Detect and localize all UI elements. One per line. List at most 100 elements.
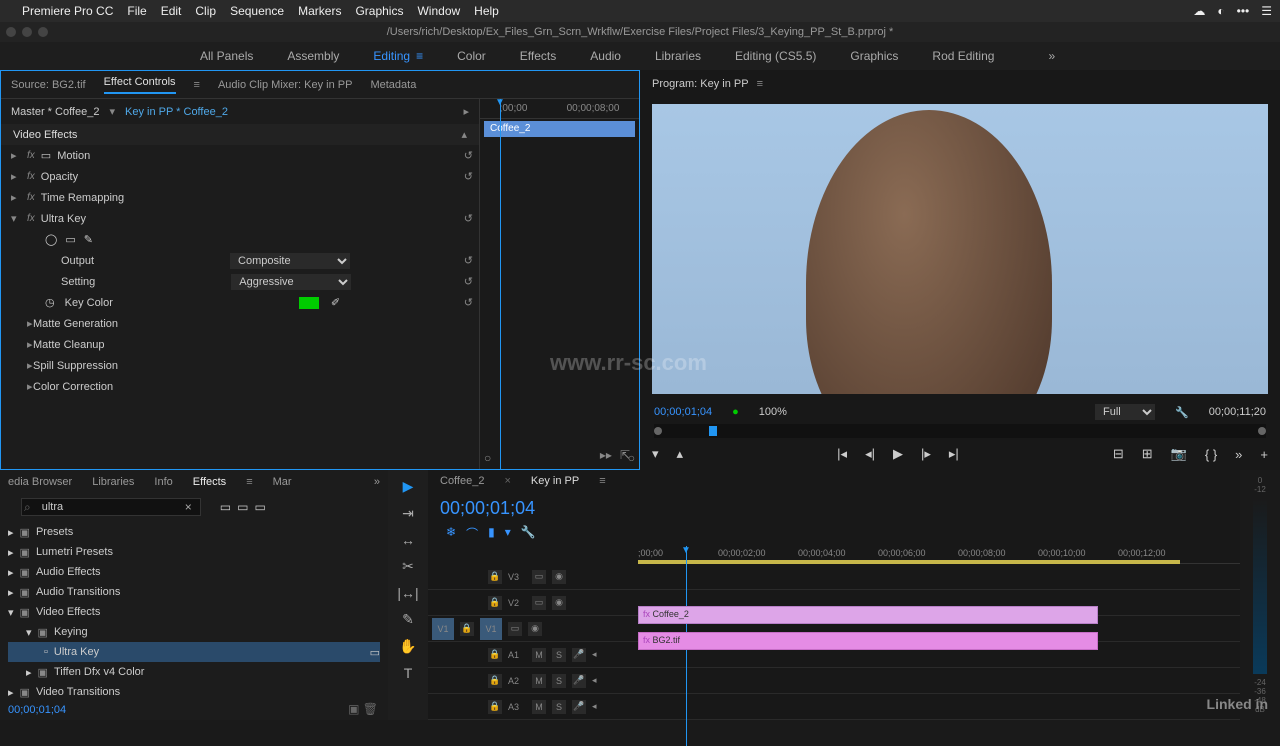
track-lock-icon[interactable]: 🔒 [488,648,502,662]
folder-video-effects[interactable]: Video Effects [36,606,100,618]
hand-tool-icon[interactable]: ✋ [399,638,416,655]
ws-color[interactable]: Color [457,49,486,63]
tab-metadata[interactable]: Metadata [370,79,416,91]
tab-markers[interactable]: Mar [273,476,292,488]
fx-motion[interactable]: Motion [57,150,90,162]
snap-icon[interactable]: ❄ [446,525,456,542]
track-toggle-icon[interactable]: ▭ [508,622,522,636]
mark-in-icon[interactable]: ▾ [652,446,659,462]
track-lock-icon[interactable]: 🔒 [488,674,502,688]
reset-icon[interactable]: ↺ [464,296,473,309]
menu-sequence[interactable]: Sequence [230,4,284,18]
step-forward-icon[interactable]: |▸ [921,446,931,462]
keyframe-nav-icon[interactable]: ▸▸ [600,448,612,462]
pen-tool-icon[interactable]: ✎ [402,611,414,628]
ripple-edit-tool-icon[interactable]: ↔ [401,532,415,548]
track-lock-icon[interactable]: 🔒 [488,700,502,714]
fx-opacity[interactable]: Opacity [41,171,78,183]
timeline-tab-coffee2[interactable]: Coffee_2 [440,475,484,487]
effects-search-input[interactable] [21,498,201,516]
v1-source-patch[interactable]: V1 [432,618,454,640]
reset-icon[interactable]: ↺ [464,149,473,162]
timeline-timecode[interactable]: 00;00;01;04 [440,498,535,519]
folder-lumetri[interactable]: Lumetri Presets [36,546,113,558]
track-lock-icon[interactable]: 🔒 [488,596,502,610]
slip-tool-icon[interactable]: |↔| [397,585,418,601]
play-icon[interactable]: ▶ [893,446,903,462]
overflow-icon[interactable]: » [1235,447,1242,462]
clear-search-icon[interactable]: × [185,500,192,514]
marker-icon[interactable]: ▮ [488,525,495,542]
export-icon[interactable]: ⇱ [620,448,630,462]
play-icon[interactable]: ▸ [463,105,469,118]
ws-audio[interactable]: Audio [590,49,621,63]
trash-icon[interactable]: 🗑 [363,702,378,716]
program-playhead[interactable] [709,426,717,436]
zoom-level[interactable]: 100% [759,406,787,418]
go-to-in-icon[interactable]: |◂ [837,446,847,462]
mask-rect-icon[interactable]: ▭ [65,233,75,246]
wrench-icon[interactable]: 🔧 [1175,406,1189,419]
folder-audio-effects[interactable]: Audio Effects [36,566,101,578]
folder-video-transitions[interactable]: Video Transitions [36,686,120,698]
mark-out-icon[interactable]: ▴ [677,446,684,462]
razor-tool-icon[interactable]: ✂ [402,558,414,575]
ec-timecode[interactable]: 00;00;01;04 [8,704,66,716]
track-select-tool-icon[interactable]: ⇥ [402,505,414,522]
ws-editing-cs55[interactable]: Editing (CS5.5) [735,49,816,63]
tab-info[interactable]: Info [154,476,172,488]
menu-file[interactable]: File [127,4,146,18]
timeline-tab-keyinpp[interactable]: Key in PP [531,475,579,487]
track-eye-icon[interactable]: ◉ [552,570,566,584]
menu-edit[interactable]: Edit [161,4,182,18]
extract-icon[interactable]: ⊞ [1142,446,1153,462]
ws-all-panels[interactable]: All Panels [200,49,253,63]
traffic-lights[interactable] [6,27,48,37]
ws-rod-editing[interactable]: Rod Editing [932,49,994,63]
track-eye-icon[interactable]: ◉ [528,622,542,636]
reset-icon[interactable]: ↺ [464,212,473,225]
ws-graphics[interactable]: Graphics [850,49,898,63]
mic-icon[interactable]: 🎤 [572,648,586,662]
export-frame-icon[interactable]: 📷 [1171,446,1187,462]
linked-selection-icon[interactable]: ⌒ [466,525,478,542]
overflow-chevron-icon[interactable]: » [1048,49,1055,63]
eyedropper-icon[interactable]: ✐ [331,296,340,309]
program-timecode[interactable]: 00;00;01;04 [654,406,712,418]
param-matte-generation[interactable]: Matte Generation [33,318,118,330]
track-lock-icon[interactable]: 🔒 [460,622,474,636]
lift-icon[interactable]: ⊟ [1113,446,1124,462]
param-matte-cleanup[interactable]: Matte Cleanup [33,339,105,351]
setting-dropdown[interactable]: Aggressive [231,274,351,290]
app-name[interactable]: Premiere Pro CC [22,4,113,18]
tab-media-browser[interactable]: edia Browser [8,476,72,488]
key-color-swatch[interactable] [299,297,319,309]
param-spill-suppression[interactable]: Spill Suppression [33,360,118,372]
folder-tiffen[interactable]: Tiffen Dfx v4 Color [54,666,144,678]
folder-keying[interactable]: Keying [54,626,88,638]
sequence-clip-label[interactable]: Key in PP * Coffee_2 [125,106,228,118]
menu-window[interactable]: Window [417,4,460,18]
clip-coffee2[interactable]: fx Coffee_2 [638,606,1098,624]
track-lock-icon[interactable]: 🔒 [488,570,502,584]
menu-markers[interactable]: Markers [298,4,341,18]
menu-help[interactable]: Help [474,4,499,18]
overflow-icon[interactable]: ••• [1237,4,1250,18]
ws-libraries[interactable]: Libraries [655,49,701,63]
cloud-sync-icon[interactable]: ☁ [1193,4,1205,18]
stopwatch-icon[interactable]: ◷ [45,296,55,309]
folder-presets[interactable]: Presets [36,526,73,538]
sequence-settings-icon[interactable]: ▾ [505,525,511,542]
track-toggle-icon[interactable]: ▭ [532,570,546,584]
tab-libraries[interactable]: Libraries [92,476,134,488]
ws-editing[interactable]: Editing [373,49,423,63]
tab-effect-controls[interactable]: Effect Controls [104,76,176,94]
preset-bin-icon[interactable]: ▭ [220,500,231,514]
wrench-icon[interactable]: 🔧 [521,525,536,542]
mask-ellipse-icon[interactable]: ◯ [45,233,57,246]
folder-audio-transitions[interactable]: Audio Transitions [36,586,120,598]
fx-ultra-key[interactable]: Ultra Key [41,213,86,225]
reset-icon[interactable]: ↺ [464,275,473,288]
program-tab[interactable]: Program: Key in PP [652,78,749,90]
new-bin-icon[interactable]: ▣ [348,702,359,716]
